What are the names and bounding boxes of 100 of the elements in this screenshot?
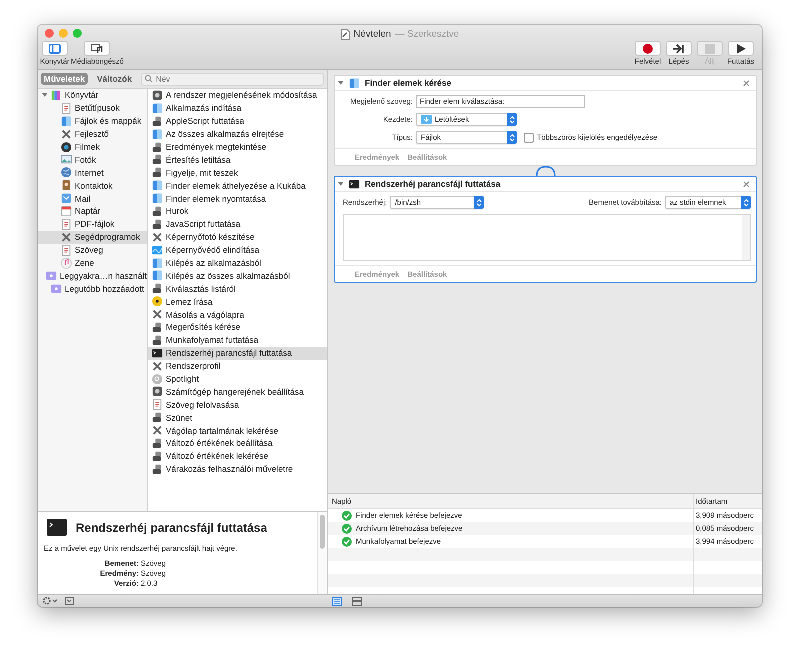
action-item[interactable]: Változó értékének lekérése [148, 450, 327, 463]
tools-icon [152, 425, 163, 436]
run-button[interactable] [728, 41, 754, 56]
action-item[interactable]: Eredmények megtekintése [148, 140, 327, 154]
connector [536, 166, 556, 177]
terminal-icon [47, 519, 67, 536]
calendar-icon [61, 206, 72, 217]
close-icon[interactable] [743, 80, 750, 86]
scrollbar-thumb[interactable] [320, 515, 325, 549]
action-item[interactable]: Kilépés az alkalmazásból [148, 256, 327, 270]
library-item[interactable]: Fájlok és mappák [38, 114, 147, 128]
library-item[interactable]: Filmek [38, 140, 147, 154]
media-browser-toggle[interactable] [84, 41, 110, 56]
action-item[interactable]: Képernyőfotó készítése [148, 230, 327, 244]
library-item[interactable]: Betűtípusok [38, 102, 147, 115]
close-icon[interactable] [743, 180, 750, 188]
spotlight-icon [152, 374, 163, 385]
library-icon [51, 90, 62, 101]
tools-icon [152, 232, 163, 243]
action-item[interactable]: Szöveg felolvasása [148, 398, 327, 412]
library-item[interactable]: Naptár [38, 205, 147, 218]
split-view-icon[interactable] [352, 596, 362, 606]
action-item[interactable]: Számítógép hangerejének beállítása [148, 385, 327, 398]
action-item[interactable]: Vágólap tartalmának lekérése [148, 424, 327, 438]
disclosure-triangle-icon[interactable] [338, 181, 344, 187]
action-item[interactable]: Figyelje, mit teszek [148, 166, 327, 180]
action-item[interactable]: Finder elemek áthelyezése a Kukába [148, 179, 327, 192]
action-item[interactable]: Rendszerhéj parancsfájl futtatása [148, 346, 327, 360]
action-item[interactable]: Megerősítés kérése [148, 321, 327, 334]
action-item[interactable]: Finder elemek nyomtatása [148, 192, 327, 206]
library-item[interactable]: Mail [38, 192, 147, 206]
disclosure-triangle-icon[interactable] [42, 92, 48, 98]
library-item[interactable]: Leggyakra…n használt [38, 269, 147, 282]
library-toggle[interactable] [42, 41, 68, 56]
address-book-icon [61, 180, 72, 192]
search-field[interactable]: Név [141, 72, 324, 86]
library-item[interactable]: Könyvtár [38, 89, 147, 102]
action-item[interactable]: Várakozás felhasználói műveletre [148, 462, 327, 476]
library-item[interactable]: Zene [38, 256, 147, 270]
gear-menu-icon[interactable] [43, 597, 59, 605]
library-item[interactable]: Szöveg [38, 244, 147, 257]
finder-icon [152, 128, 163, 140]
action-item[interactable]: Képernyővédő elindítása [148, 244, 327, 257]
library-item[interactable]: Fotók [38, 153, 147, 166]
finder-icon [152, 270, 163, 282]
action-item[interactable]: Kiválasztás listáról [148, 282, 327, 296]
checkbox[interactable] [524, 132, 534, 142]
document-icon [152, 399, 163, 410]
tools-icon [61, 128, 72, 140]
action-item[interactable]: Alkalmazás indítása [148, 102, 327, 115]
action-item[interactable]: A rendszer megjelenésének módosítása [148, 89, 327, 102]
action-card-title: Finder elemek kérése [365, 78, 452, 88]
folder-icon [51, 283, 62, 294]
step-button[interactable] [666, 41, 692, 56]
action-item[interactable]: Hurok [148, 205, 327, 218]
action-item[interactable]: Rendszerprofil [148, 360, 327, 373]
library-item[interactable]: Internet [38, 166, 147, 180]
action-item[interactable]: AppleScript futtatása [148, 114, 327, 128]
sidebar-tab[interactable]: Változók [94, 73, 136, 85]
screen-icon [152, 244, 163, 256]
stop-icon [705, 44, 715, 54]
action-item[interactable]: Spotlight [148, 372, 327, 386]
action-item[interactable]: Másolás a vágólapra [148, 308, 327, 322]
finder-icon [152, 180, 163, 192]
library-item[interactable]: Segédprogramok [38, 230, 147, 244]
popup-arrows-icon [507, 113, 517, 126]
tools-icon [152, 360, 163, 372]
close-button[interactable] [45, 29, 54, 38]
folder-icon [421, 115, 432, 124]
document-icon [61, 244, 72, 256]
action-item[interactable]: Az összes alkalmazás elrejtése [148, 128, 327, 141]
record-button[interactable] [635, 41, 661, 56]
document-icon [61, 102, 72, 114]
list-view-icon[interactable] [332, 596, 342, 606]
action-item[interactable]: Értesítés letiltása [148, 153, 327, 166]
search-icon [145, 75, 154, 83]
record-icon [643, 44, 653, 54]
action-item[interactable]: Változó értékének beállítása [148, 437, 327, 450]
library-item[interactable]: PDF-fájlok [38, 218, 147, 231]
action-item[interactable]: Szünet [148, 411, 327, 424]
description-toggle-icon[interactable] [65, 597, 74, 605]
disclosure-triangle-icon[interactable] [338, 80, 344, 86]
library-item[interactable]: Fejlesztő [38, 128, 147, 141]
mail-icon [61, 193, 72, 204]
action-item[interactable]: Lemez írása [148, 295, 327, 308]
tools-icon [152, 309, 163, 320]
finder-icon [152, 193, 163, 204]
action-item[interactable]: Kilépés az összes alkalmazásból [148, 269, 327, 282]
window-title: Névtelen [354, 29, 392, 40]
action-item[interactable]: Munkafolyamat futtatása [148, 334, 327, 347]
action-title: Rendszerhéj parancsfájl futtatása [76, 520, 268, 534]
library-item[interactable]: Kontaktok [38, 179, 147, 192]
terminal-icon [152, 348, 163, 359]
library-item[interactable]: Legutóbb hozzáadott [38, 282, 147, 296]
step-icon [673, 44, 685, 54]
terminal-icon [349, 178, 360, 190]
action-item[interactable]: JavaScript futtatása [148, 218, 327, 231]
finder-icon [349, 78, 360, 88]
finder-icon [61, 116, 72, 127]
document-status: — Szerkesztve [395, 29, 460, 40]
